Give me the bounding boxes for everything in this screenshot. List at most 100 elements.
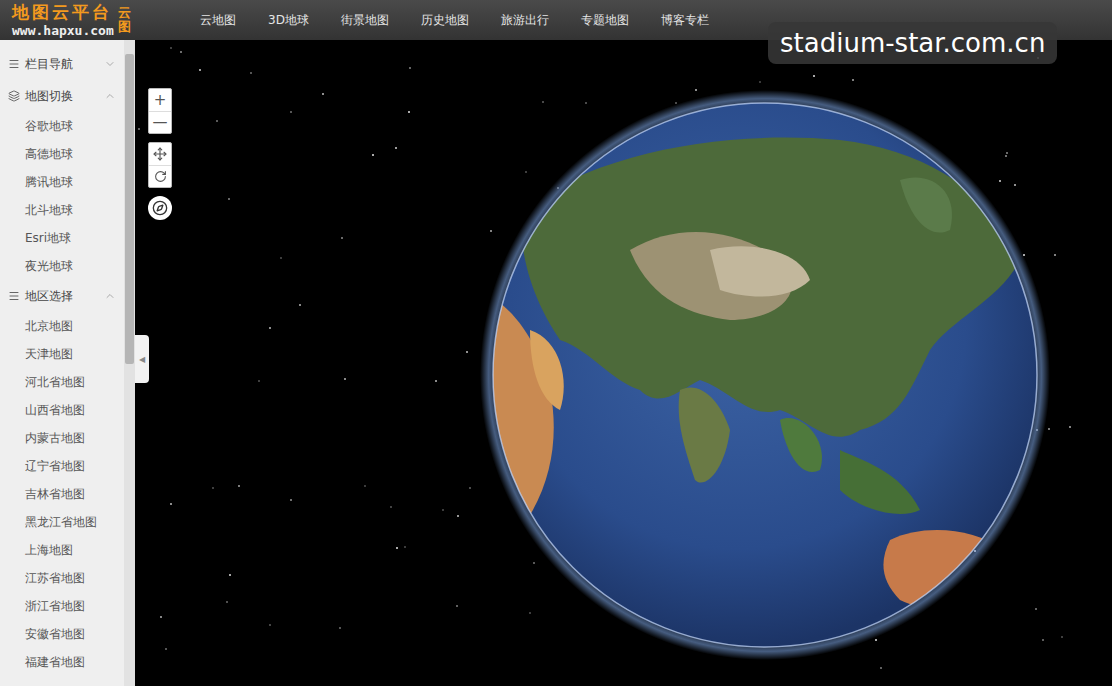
star xyxy=(466,351,468,353)
star xyxy=(585,102,587,104)
star xyxy=(170,503,172,505)
nav-item[interactable]: 旅游出行 xyxy=(501,12,549,29)
star xyxy=(1042,639,1044,641)
star xyxy=(880,667,882,669)
logo-url: www.hapxu.com xyxy=(12,24,114,37)
map-controls: +— xyxy=(148,88,172,220)
nav-item[interactable]: 历史地图 xyxy=(421,12,469,29)
star xyxy=(409,67,411,69)
section-title: 栏目导航 xyxy=(25,56,99,73)
sidebar-item[interactable]: 吉林省地图 xyxy=(0,480,124,508)
watermark: stadium-star.com.cn xyxy=(768,22,1057,64)
section-title: 地区选择 xyxy=(25,288,99,305)
star xyxy=(999,180,1001,182)
main: 栏目导航地图切换谷歌地球高德地球腾讯地球北斗地球Esri地球夜光地球地区选择北京… xyxy=(0,40,1112,686)
star xyxy=(442,509,444,511)
section-title: 地图切换 xyxy=(25,88,99,105)
sidebar-item[interactable]: 山西省地图 xyxy=(0,396,124,424)
star xyxy=(290,111,292,113)
star xyxy=(695,89,697,91)
sidebar: 栏目导航地图切换谷歌地球高德地球腾讯地球北斗地球Esri地球夜光地球地区选择北京… xyxy=(0,40,135,686)
sidebar-item[interactable]: 辽宁省地图 xyxy=(0,452,124,480)
scrollbar[interactable] xyxy=(124,40,135,686)
logo-badge: 云图 xyxy=(118,6,131,35)
star xyxy=(490,230,492,232)
star xyxy=(258,380,260,382)
star xyxy=(469,487,471,489)
nav-item[interactable]: 街景地图 xyxy=(341,12,389,29)
app: 地图云平台www.hapxu.com云图云地图3D地球街景地图历史地图旅游出行专… xyxy=(0,0,1112,686)
star xyxy=(759,81,761,83)
star xyxy=(216,120,218,122)
star xyxy=(170,47,172,49)
sidebar-item[interactable]: 北斗地球 xyxy=(0,196,124,224)
compass-button[interactable] xyxy=(148,196,172,220)
star xyxy=(344,378,346,380)
nav-item[interactable]: 3D地球 xyxy=(268,12,309,29)
collapse-tab[interactable]: ◀ xyxy=(135,335,149,383)
sidebar-item[interactable]: 高德地球 xyxy=(0,140,124,168)
star xyxy=(180,51,182,53)
section-header[interactable]: 地区选择 xyxy=(0,280,124,312)
star xyxy=(1035,608,1037,610)
nav-item[interactable]: 云地图 xyxy=(200,12,236,29)
sidebar-item[interactable]: 黑龙江省地图 xyxy=(0,508,124,536)
chevron-up-icon xyxy=(104,90,116,102)
sidebar-item[interactable]: Esri地球 xyxy=(0,224,124,252)
map-canvas[interactable]: ◀ +— xyxy=(135,40,1112,686)
star xyxy=(199,69,201,71)
star xyxy=(529,612,531,614)
sidebar-item[interactable]: 内蒙古地图 xyxy=(0,424,124,452)
pan-button[interactable] xyxy=(149,143,171,165)
star xyxy=(269,327,271,329)
sidebar-item[interactable]: 福建省地图 xyxy=(0,648,124,676)
star xyxy=(396,547,398,549)
sidebar-section: 栏目导航 xyxy=(0,48,124,80)
nav-item[interactable]: 博客专栏 xyxy=(661,12,709,29)
star xyxy=(269,624,271,626)
star xyxy=(138,128,140,130)
star xyxy=(299,304,301,306)
star xyxy=(238,485,240,487)
star xyxy=(1006,152,1008,154)
sidebar-item[interactable]: 浙江省地图 xyxy=(0,592,124,620)
logo[interactable]: 地图云平台www.hapxu.com云图 xyxy=(0,0,200,40)
rotate-button[interactable] xyxy=(149,165,171,187)
star xyxy=(408,111,410,113)
zoom-out-button[interactable]: — xyxy=(149,111,171,133)
zoom-in-button[interactable]: + xyxy=(149,89,171,111)
sidebar-item[interactable]: 腾讯地球 xyxy=(0,168,124,196)
globe-icon[interactable] xyxy=(480,90,1050,660)
sidebar-section: 地图切换谷歌地球高德地球腾讯地球北斗地球Esri地球夜光地球 xyxy=(0,80,124,280)
star xyxy=(212,487,214,489)
sidebar-item[interactable]: 北京地图 xyxy=(0,312,124,340)
star xyxy=(339,627,341,629)
sidebar-item[interactable]: 上海地图 xyxy=(0,536,124,564)
star xyxy=(1069,426,1071,428)
nav-item[interactable]: 专题地图 xyxy=(581,12,629,29)
star xyxy=(165,648,167,650)
section-header[interactable]: 地图切换 xyxy=(0,80,124,112)
star xyxy=(1014,184,1016,186)
star xyxy=(390,506,392,508)
star xyxy=(525,171,527,173)
sidebar-item[interactable]: 谷歌地球 xyxy=(0,112,124,140)
sidebar-content: 栏目导航地图切换谷歌地球高德地球腾讯地球北斗地球Esri地球夜光地球地区选择北京… xyxy=(0,40,124,686)
star xyxy=(372,154,374,156)
sidebar-item[interactable]: 天津地图 xyxy=(0,340,124,368)
section-header[interactable]: 栏目导航 xyxy=(0,48,124,80)
star xyxy=(1061,636,1063,638)
list-icon xyxy=(8,290,20,302)
star xyxy=(542,101,544,103)
star xyxy=(160,616,162,618)
star xyxy=(290,499,292,501)
star xyxy=(364,485,366,487)
sidebar-item[interactable]: 安徽省地图 xyxy=(0,620,124,648)
sidebar-item[interactable]: 夜光地球 xyxy=(0,252,124,280)
scrollbar-thumb[interactable] xyxy=(125,54,134,364)
view-group xyxy=(148,142,172,188)
sidebar-item[interactable]: 江苏省地图 xyxy=(0,564,124,592)
sidebar-item[interactable]: 河北省地图 xyxy=(0,368,124,396)
list-icon xyxy=(8,58,20,70)
star xyxy=(852,79,854,81)
